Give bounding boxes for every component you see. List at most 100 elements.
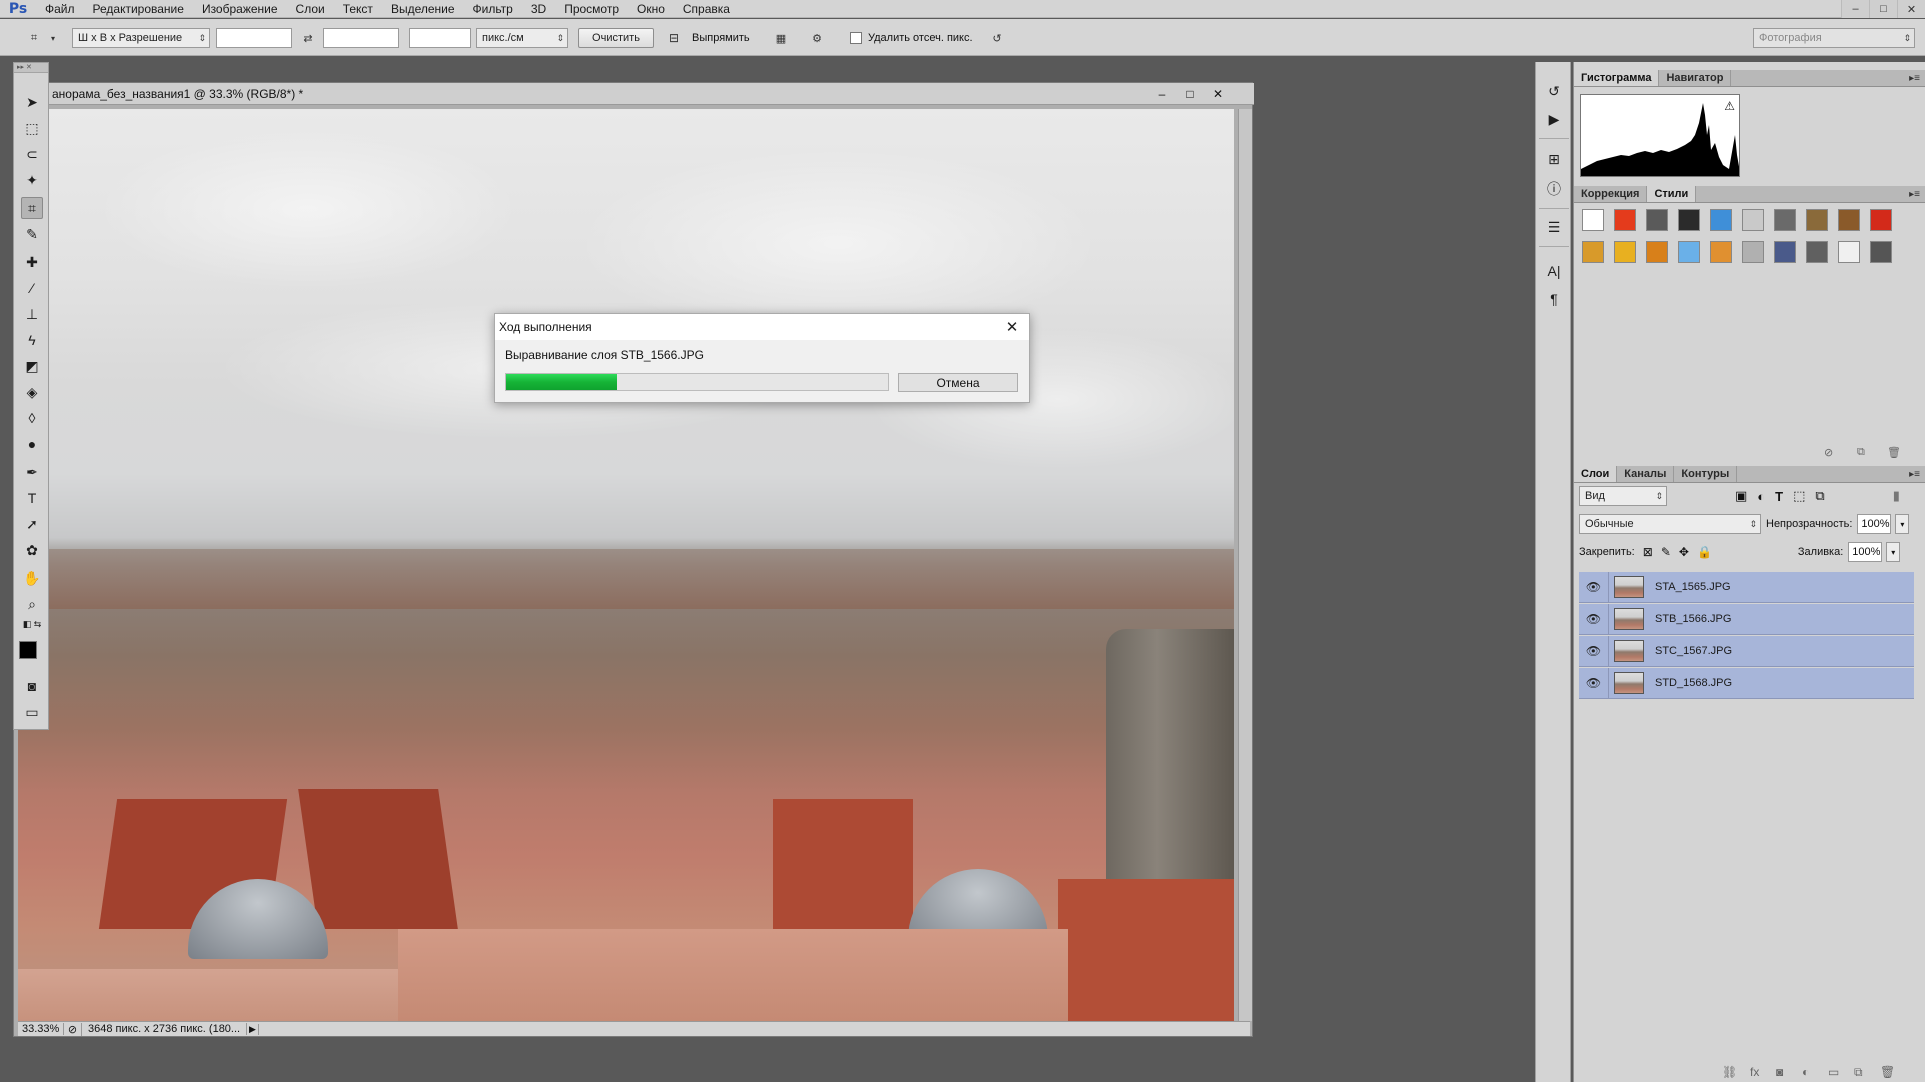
tab-navigator[interactable]: Навигатор — [1659, 70, 1732, 86]
width-input[interactable] — [216, 28, 292, 48]
hand-tool-icon[interactable]: ✋ — [21, 567, 43, 589]
panel-menu-icon[interactable]: ▸≡ — [1909, 70, 1920, 87]
filter-adjustment-icon[interactable]: ◐ — [1757, 489, 1765, 504]
visibility-eye-icon[interactable]: 👁 — [1579, 635, 1609, 667]
zoom-level[interactable]: 33.33% — [18, 1023, 64, 1035]
paint-bucket-tool-icon[interactable]: ◈ — [21, 381, 43, 403]
healing-brush-tool-icon[interactable]: ✚ — [21, 251, 43, 273]
filter-smart-object-icon[interactable]: ⧉ — [1815, 488, 1824, 504]
eyedropper-tool-icon[interactable]: ✎ — [21, 223, 43, 245]
lock-transparent-icon[interactable]: ⊠ — [1643, 545, 1653, 559]
default-colors-icon[interactable]: ◧ ⇆ — [21, 617, 43, 631]
history-panel-icon[interactable]: ↺ — [1542, 80, 1566, 102]
tab-layers[interactable]: Слои — [1574, 466, 1618, 482]
fill-dropdown-icon[interactable]: ▾ — [1886, 542, 1901, 562]
clear-button[interactable]: Очистить — [578, 28, 654, 48]
doc-close-button[interactable]: ✕ — [1205, 86, 1231, 102]
vertical-scrollbar[interactable] — [1238, 109, 1252, 1021]
menu-item-7[interactable]: 3D — [522, 0, 555, 18]
lasso-tool-icon[interactable]: ⊂ — [21, 143, 43, 165]
crop-tool-preset-icon[interactable]: ⌗ — [22, 28, 46, 48]
dodge-tool-icon[interactable]: ● — [21, 433, 43, 455]
swap-icon[interactable]: ⇄ — [298, 28, 318, 48]
units-select[interactable]: пикс./см — [476, 28, 568, 48]
move-tool-icon[interactable]: ➤ — [21, 91, 43, 113]
menu-item-5[interactable]: Выделение — [382, 0, 464, 18]
tab-styles[interactable]: Стили — [1647, 186, 1697, 202]
blur-tool-icon[interactable]: ◊ — [21, 407, 43, 429]
menu-item-3[interactable]: Слои — [287, 0, 334, 18]
delete-layer-icon[interactable]: 🗑 — [1880, 1065, 1895, 1079]
lock-position-icon[interactable]: ✥ — [1679, 545, 1689, 559]
workspace-select[interactable]: Фотография — [1753, 28, 1915, 48]
tab-paths[interactable]: Контуры — [1674, 466, 1738, 482]
layer-row[interactable]: 👁 STD_1568.JPG — [1579, 667, 1914, 699]
clear-style-icon[interactable]: ⊘ — [1824, 446, 1833, 459]
style-swatch[interactable] — [1870, 241, 1892, 263]
history-brush-tool-icon[interactable]: ϟ — [21, 329, 43, 351]
blend-mode-select[interactable]: Обычные — [1579, 514, 1761, 534]
filter-shape-icon[interactable]: ⬚ — [1793, 488, 1805, 504]
height-input[interactable] — [323, 28, 399, 48]
delete-cropped-checkbox[interactable] — [850, 32, 862, 44]
status-info-icon[interactable]: ⊘ — [64, 1022, 82, 1036]
layer-row[interactable]: 👁 STC_1567.JPG — [1579, 635, 1914, 667]
new-style-icon[interactable]: ⧉ — [1857, 446, 1865, 459]
style-swatch[interactable] — [1646, 209, 1668, 231]
add-mask-icon[interactable]: ◙ — [1776, 1065, 1783, 1079]
delete-style-icon[interactable]: 🗑 — [1887, 446, 1901, 459]
filter-type-icon[interactable]: T — [1775, 489, 1783, 504]
filter-toggle-icon[interactable]: ▮ — [1893, 488, 1900, 504]
fill-input[interactable]: 100% — [1848, 542, 1883, 562]
minimize-button[interactable]: – — [1841, 0, 1869, 18]
menu-item-9[interactable]: Окно — [628, 0, 674, 18]
panel-menu-icon[interactable]: ▸≡ — [1909, 186, 1920, 203]
style-swatch[interactable] — [1838, 241, 1860, 263]
new-layer-icon[interactable]: ⧉ — [1854, 1065, 1863, 1080]
menu-item-1[interactable]: Редактирование — [84, 0, 193, 18]
clone-stamp-tool-icon[interactable]: ⊥ — [21, 303, 43, 325]
properties-panel-icon[interactable]: ⊞ — [1542, 148, 1566, 170]
style-swatch[interactable] — [1806, 241, 1828, 263]
style-swatch[interactable] — [1838, 209, 1860, 231]
menu-item-0[interactable]: Файл — [36, 0, 84, 18]
style-swatch[interactable] — [1774, 241, 1796, 263]
straighten-icon[interactable]: ⊟ — [664, 28, 684, 48]
close-button[interactable]: ✕ — [1897, 0, 1925, 18]
style-swatch[interactable] — [1582, 209, 1604, 231]
type-tool-icon[interactable]: T — [21, 487, 43, 509]
visibility-eye-icon[interactable]: 👁 — [1579, 603, 1609, 635]
style-swatch[interactable] — [1742, 209, 1764, 231]
layer-row[interactable]: 👁 STB_1566.JPG — [1579, 603, 1914, 635]
status-menu-arrow-icon[interactable]: ▶ — [247, 1023, 259, 1035]
layer-row[interactable]: 👁 STA_1565.JPG — [1579, 571, 1914, 603]
lock-image-icon[interactable]: ✎ — [1661, 545, 1671, 559]
reset-icon[interactable]: ↺ — [986, 28, 1008, 48]
marquee-tool-icon[interactable]: ⬚ — [21, 117, 43, 139]
style-swatch[interactable] — [1710, 209, 1732, 231]
crop-tool-icon[interactable]: ⌗ — [21, 197, 43, 219]
new-group-icon[interactable]: ▭ — [1828, 1065, 1839, 1079]
eraser-tool-icon[interactable]: ◩ — [21, 355, 43, 377]
maximize-button[interactable]: □ — [1869, 0, 1897, 18]
layer-filter-select[interactable]: Вид — [1579, 486, 1667, 506]
opacity-input[interactable]: 100% — [1857, 514, 1892, 534]
preset-dropdown-icon[interactable]: ▾ — [48, 28, 58, 48]
menu-item-8[interactable]: Просмотр — [555, 0, 628, 18]
style-swatch[interactable] — [1614, 209, 1636, 231]
path-selection-tool-icon[interactable]: ➚ — [21, 513, 43, 535]
cancel-button[interactable]: Отмена — [898, 373, 1018, 392]
quick-mask-icon[interactable]: ◙ — [21, 675, 43, 697]
shape-tool-icon[interactable]: ✿ — [21, 539, 43, 561]
style-swatch[interactable] — [1614, 241, 1636, 263]
style-swatch[interactable] — [1582, 241, 1604, 263]
menu-item-10[interactable]: Справка — [674, 0, 739, 18]
tab-channels[interactable]: Каналы — [1617, 466, 1675, 482]
style-swatch[interactable] — [1678, 241, 1700, 263]
tab-adjustments[interactable]: Коррекция — [1574, 186, 1648, 202]
menu-item-4[interactable]: Текст — [334, 0, 382, 18]
link-layers-icon[interactable]: ⛓ — [1722, 1065, 1737, 1079]
image-canvas[interactable] — [18, 109, 1234, 1021]
character-panel-icon[interactable]: A| — [1542, 260, 1566, 282]
actions-panel-icon[interactable]: ▶ — [1542, 108, 1566, 130]
